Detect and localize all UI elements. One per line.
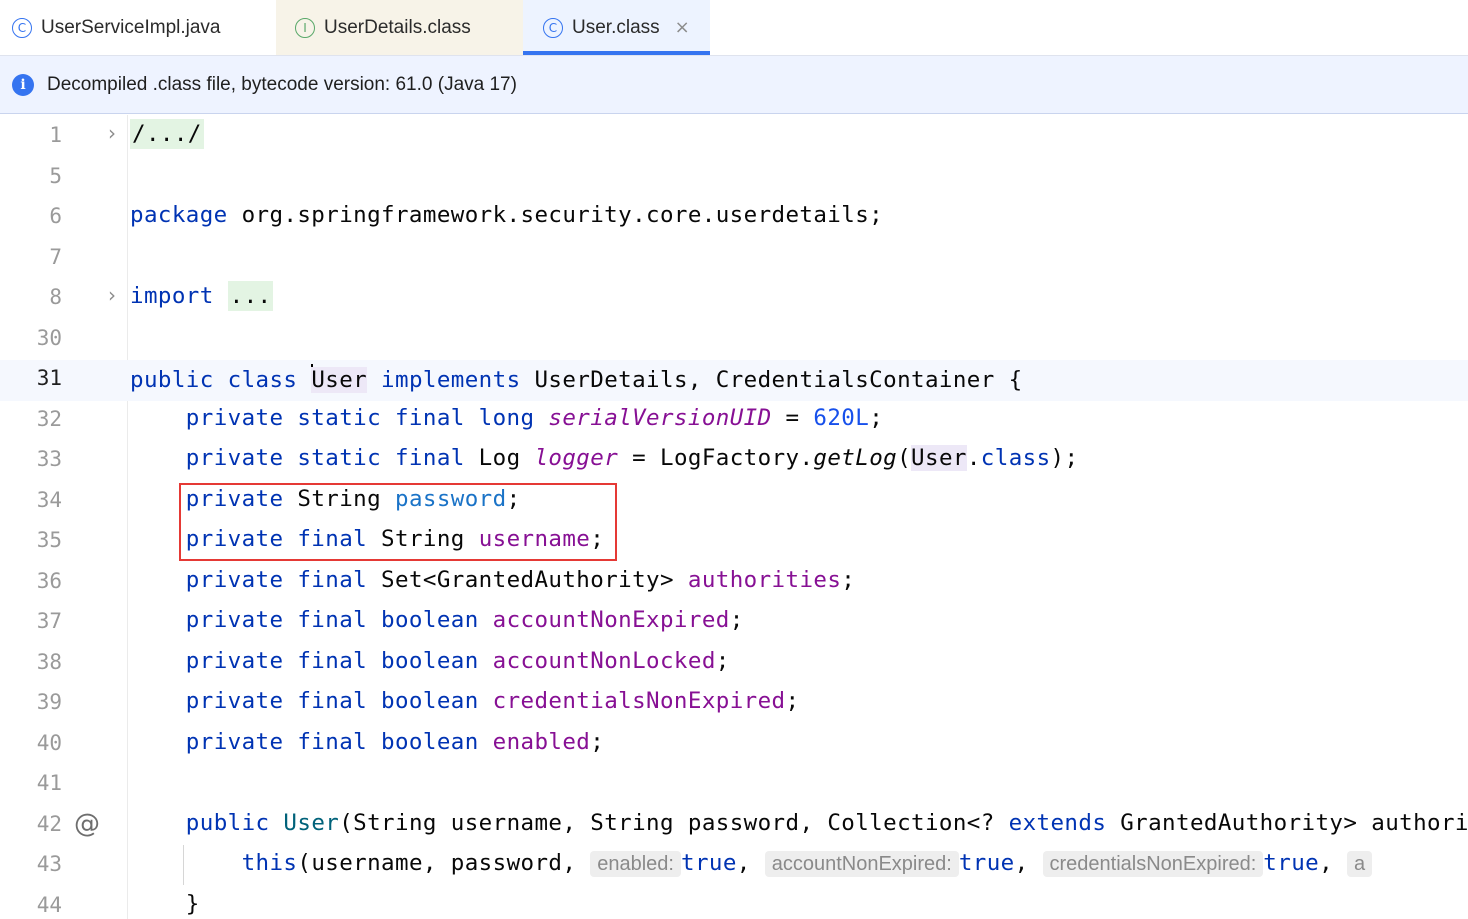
tab-label: UserServiceImpl.java — [41, 16, 221, 38]
line-number: 8 — [49, 285, 62, 309]
line-number: 30 — [36, 325, 62, 350]
fold-chevron-icon[interactable]: › — [108, 121, 116, 145]
tab-label: User.class — [572, 16, 660, 38]
highlight-annotation-box — [179, 483, 617, 561]
line-number: 7 — [49, 244, 62, 269]
line-number: 42 — [36, 811, 62, 836]
package-name: org.springframework.security.core.userde… — [227, 202, 884, 228]
editor-tab-bar: C UserServiceImpl.java I UserDetails.cla… — [0, 0, 1468, 55]
line-number: 41 — [36, 771, 62, 795]
folded-region[interactable]: /.../ — [130, 119, 204, 149]
code-line: 33 private static final Log logger = Log… — [0, 441, 1468, 482]
code-line: 43 this(username, password, enabled: true… — [0, 846, 1468, 887]
line-number: 38 — [36, 649, 62, 674]
code-line: 30 — [0, 320, 1468, 361]
current-code-line: 31 public class User implements UserDeta… — [0, 360, 1468, 401]
line-number: 37 — [36, 609, 62, 633]
parameter-hint: a — [1347, 851, 1373, 877]
code-line: 8 › import ... — [0, 279, 1468, 320]
code-line: 7 — [0, 239, 1468, 280]
line-number: 36 — [36, 568, 62, 593]
code-line: 32 private static final long serialVersi… — [0, 401, 1468, 442]
code-line: 41 — [0, 765, 1468, 806]
banner-text: Decompiled .class file, bytecode version… — [47, 73, 517, 95]
code-line: 5 — [0, 158, 1468, 199]
line-number: 34 — [36, 487, 62, 512]
class-icon: C — [12, 17, 32, 38]
line-number: 40 — [36, 730, 62, 755]
parameter-hint: credentialsNonExpired: — [1042, 851, 1264, 877]
code-line: 38 private final boolean accountNonLocke… — [0, 644, 1468, 685]
class-name: User — [311, 367, 368, 393]
parameter-hint: enabled: — [590, 851, 681, 877]
decompiled-info-banner: i Decompiled .class file, bytecode versi… — [0, 55, 1468, 114]
tab-userserviceimpl[interactable]: C UserServiceImpl.java — [0, 0, 276, 55]
fold-chevron-icon[interactable]: › — [108, 283, 116, 307]
keyword: package — [130, 202, 228, 228]
code-editor[interactable]: 1 › /.../ 5 6 package org.springframewor… — [0, 115, 1468, 919]
parameter-hint: accountNonExpired: — [764, 851, 959, 877]
override-at-icon[interactable]: @ — [74, 809, 100, 839]
class-icon: C — [543, 17, 563, 38]
code-line: 36 private final Set<GrantedAuthority> a… — [0, 563, 1468, 604]
line-number: 6 — [49, 204, 62, 228]
indent-guide — [183, 845, 184, 885]
line-number: 33 — [36, 447, 62, 471]
line-number: 1 — [49, 123, 62, 147]
code-line: 42 @ public User(String username, String… — [0, 806, 1468, 847]
interface-icon: I — [295, 17, 315, 38]
line-number: 39 — [36, 690, 62, 714]
line-number: 44 — [36, 892, 62, 917]
code-line: 37 private final boolean accountNonExpir… — [0, 603, 1468, 644]
line-number: 31 — [36, 366, 62, 390]
code-line: 40 private final boolean enabled; — [0, 725, 1468, 766]
line-number: 43 — [36, 852, 62, 876]
line-number: 35 — [36, 528, 62, 552]
code-line: 1 › /.../ — [0, 117, 1468, 158]
line-number: 5 — [49, 163, 62, 188]
tab-user-class-active[interactable]: C User.class × — [523, 0, 710, 55]
info-icon: i — [12, 73, 34, 96]
close-icon[interactable]: × — [675, 17, 690, 38]
tab-userdetails[interactable]: I UserDetails.class — [276, 0, 523, 55]
tab-label: UserDetails.class — [324, 16, 471, 38]
folded-imports[interactable]: ... — [227, 281, 274, 311]
code-line: 6 package org.springframework.security.c… — [0, 198, 1468, 239]
code-line: 39 private final boolean credentialsNonE… — [0, 684, 1468, 725]
line-number: 32 — [36, 406, 62, 431]
code-line: 44 } — [0, 887, 1468, 919]
keyword: import — [130, 283, 214, 309]
